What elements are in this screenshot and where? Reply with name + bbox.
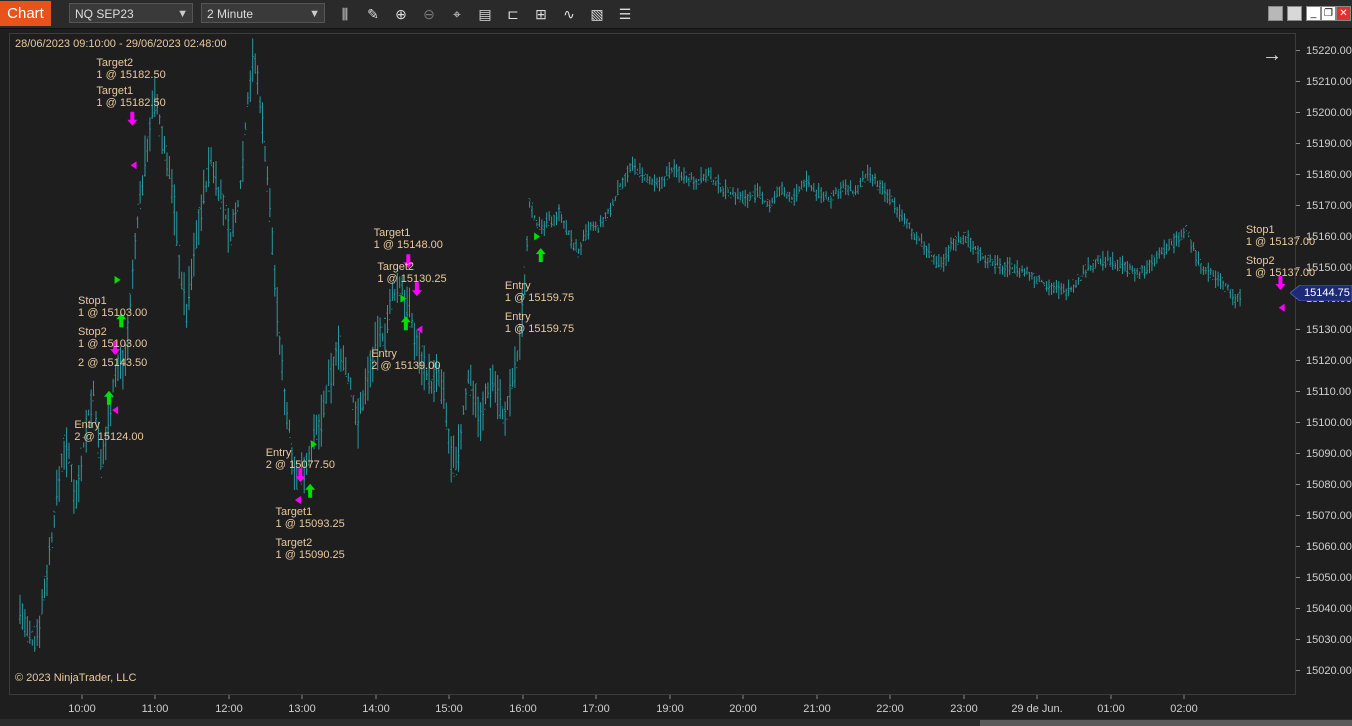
trade-label-line: Target1 bbox=[96, 84, 134, 97]
y-tick-label: 15210.00 bbox=[1306, 75, 1352, 88]
x-tick-label: 22:00 bbox=[876, 703, 904, 715]
trade-label-line: 1 @ 15137.00 bbox=[1245, 267, 1316, 280]
scrollbar-thumb[interactable] bbox=[980, 720, 1352, 726]
x-tick-label: 23:00 bbox=[950, 703, 978, 715]
x-tick-label: 29 de Jun. bbox=[1011, 703, 1063, 715]
trade-label: Stop2 1 @ 15137.00 bbox=[1246, 255, 1315, 279]
x-tick-label: 10:00 bbox=[68, 703, 96, 715]
y-tick-label: 15040.00 bbox=[1306, 602, 1352, 615]
buy-arrow-icon bbox=[535, 248, 546, 263]
x-tick-label: 12:00 bbox=[215, 703, 243, 715]
trade-label-line: Stop2 bbox=[1245, 255, 1275, 268]
buy-arrow-icon bbox=[305, 483, 316, 498]
x-tick-label: 13:00 bbox=[288, 703, 316, 715]
x-tick-label: 14:00 bbox=[362, 703, 390, 715]
trade-label-line: 1 @ 15182.50 bbox=[96, 96, 166, 109]
trade-label: Entry 1 @ 15159.75 bbox=[505, 311, 574, 335]
trade-label-line: 2 @ 15077.50 bbox=[265, 459, 335, 472]
trade-label: Entry 2 @ 15124.00 bbox=[74, 419, 143, 443]
execution-marker-left-icon bbox=[112, 406, 119, 415]
y-tick-label: 15200.00 bbox=[1306, 106, 1352, 119]
y-tick-label: 15170.00 bbox=[1306, 199, 1352, 212]
trade-label-line: Target1 bbox=[275, 506, 313, 519]
y-tick-label: 15070.00 bbox=[1306, 509, 1352, 522]
execution-marker-left-icon bbox=[1278, 303, 1285, 312]
trade-label: Stop1 1 @ 15137.00 bbox=[1246, 224, 1315, 248]
trade-label-line: 1 @ 15130.25 bbox=[377, 273, 447, 286]
y-tick-label: 15080.00 bbox=[1306, 478, 1352, 491]
x-tick-label: 16:00 bbox=[509, 703, 537, 715]
trade-label-line: 2 @ 15124.00 bbox=[74, 431, 144, 444]
y-tick-label: 15220.00 bbox=[1306, 44, 1352, 57]
trade-label-line: 1 @ 15137.00 bbox=[1245, 236, 1316, 249]
x-tick-label: 15:00 bbox=[435, 703, 463, 715]
x-tick-label: 19:00 bbox=[656, 703, 684, 715]
trade-label: Target1 1 @ 15148.00 bbox=[374, 227, 443, 251]
trade-label: Entry 2 @ 15077.50 bbox=[266, 447, 335, 471]
trade-label-line: Entry bbox=[504, 310, 531, 323]
y-tick-label: 15130.00 bbox=[1306, 323, 1352, 336]
trade-label: Target2 1 @ 15090.25 bbox=[276, 537, 345, 561]
trade-label: 2 @ 15143.50 bbox=[78, 357, 147, 369]
trade-label-line: 1 @ 15159.75 bbox=[504, 322, 575, 335]
trade-label-line: Entry bbox=[265, 447, 292, 460]
trade-label-line: 1 @ 15090.25 bbox=[275, 549, 345, 562]
trade-label-line: Entry bbox=[74, 419, 101, 432]
trade-label-line: Stop2 bbox=[78, 326, 107, 339]
x-tick-label: 11:00 bbox=[141, 703, 169, 715]
execution-marker-right-icon bbox=[534, 232, 541, 241]
last-price-marker: 15144.75 bbox=[1290, 285, 1352, 301]
y-tick-label: 15100.00 bbox=[1306, 416, 1352, 429]
trade-label: Entry 1 @ 15159.75 bbox=[505, 280, 574, 304]
trade-label-line: 1 @ 15103.00 bbox=[78, 307, 148, 320]
trade-label-line: Target2 bbox=[275, 537, 313, 550]
trade-label-line: 1 @ 15159.75 bbox=[504, 291, 575, 304]
trade-label-line: 1 @ 15148.00 bbox=[373, 239, 443, 252]
trade-label-line: 1 @ 15182.50 bbox=[96, 68, 166, 81]
x-tick-label: 21:00 bbox=[803, 703, 831, 715]
execution-marker-left-icon bbox=[130, 161, 137, 170]
x-tick-label: 02:00 bbox=[1170, 703, 1198, 715]
trade-label-line: Stop1 bbox=[1245, 224, 1275, 237]
y-tick-label: 15020.00 bbox=[1306, 664, 1352, 677]
y-tick-label: 15110.00 bbox=[1306, 385, 1352, 398]
x-tick-label: 01:00 bbox=[1097, 703, 1125, 715]
trade-label: Target1 1 @ 15093.25 bbox=[276, 506, 345, 530]
trade-label-line: Target2 bbox=[96, 56, 134, 69]
trade-label-line: Target2 bbox=[377, 261, 415, 274]
y-tick-label: 15090.00 bbox=[1306, 447, 1352, 460]
trade-label-line: Stop1 bbox=[78, 295, 107, 308]
trade-label: Target1 1 @ 15182.50 bbox=[96, 85, 165, 109]
trade-label: Entry 2 @ 15139.00 bbox=[371, 348, 440, 372]
last-price-value: 15144.75 bbox=[1304, 287, 1350, 299]
trade-label-line: 2 @ 15139.00 bbox=[371, 360, 441, 373]
y-tick-label: 15050.00 bbox=[1306, 571, 1352, 584]
y-tick-label: 15120.00 bbox=[1306, 354, 1352, 367]
execution-marker-left-icon bbox=[294, 496, 301, 504]
trade-label-line: 2 @ 15143.50 bbox=[78, 357, 148, 370]
y-tick-label: 15060.00 bbox=[1306, 540, 1352, 553]
buy-arrow-icon bbox=[400, 316, 411, 331]
execution-marker-right-icon bbox=[400, 294, 407, 303]
trade-label: Target2 1 @ 15130.25 bbox=[377, 261, 446, 285]
execution-marker-right-icon bbox=[114, 275, 121, 284]
trade-label: Stop1 1 @ 15103.00 bbox=[78, 295, 147, 319]
sell-arrow-icon bbox=[127, 111, 138, 126]
x-tick-label: 20:00 bbox=[729, 703, 757, 715]
trade-label-line: 1 @ 15103.00 bbox=[78, 338, 148, 351]
y-tick-label: 15030.00 bbox=[1306, 633, 1352, 646]
trade-label: Target2 1 @ 15182.50 bbox=[96, 57, 165, 81]
trade-label-line: 1 @ 15093.25 bbox=[275, 518, 345, 531]
trade-label-line: Target1 bbox=[373, 227, 411, 240]
y-tick-label: 15180.00 bbox=[1306, 168, 1352, 181]
x-tick-label: 17:00 bbox=[582, 703, 610, 715]
y-tick-label: 15190.00 bbox=[1306, 137, 1352, 150]
price-chart[interactable] bbox=[0, 0, 1352, 726]
buy-arrow-icon bbox=[103, 390, 114, 405]
trade-label: Stop2 1 @ 15103.00 bbox=[78, 326, 147, 350]
trade-label-line: Entry bbox=[371, 348, 397, 361]
trade-label-line: Entry bbox=[504, 279, 531, 292]
